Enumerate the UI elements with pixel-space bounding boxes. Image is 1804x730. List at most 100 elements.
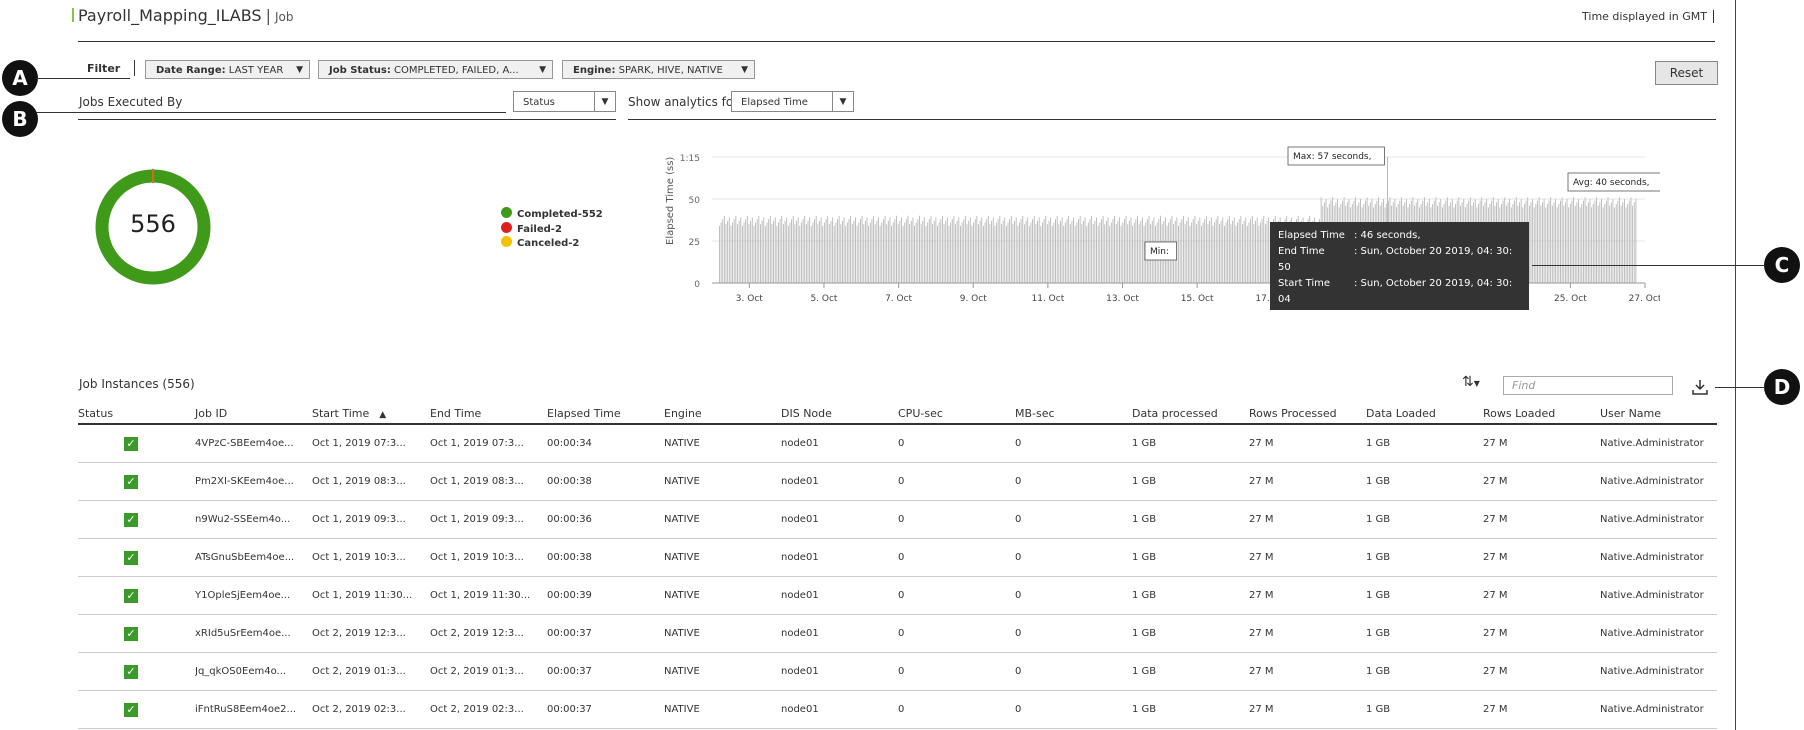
group-by-select[interactable]: Status ▼ [513,91,616,112]
table-row[interactable]: ✓ iFntRuS8Eem4oe2... Oct 2, 2019 02:3... Oc… [78,690,1717,729]
cell-value: 27 M [1249,666,1274,677]
column-header[interactable]: Data processed [1132,403,1249,425]
cell-value: 0 [898,552,905,563]
column-header[interactable]: Job ID [195,403,312,425]
completed-check-icon: ✓ [124,436,138,451]
table-cell: Oct 2, 2019 01:3... [430,652,547,691]
table-cell: iFntRuS8Eem4oe2... [195,690,312,729]
table-cell: 1 GB [1132,614,1249,653]
completed-check-icon: ✓ [124,512,138,527]
table-cell: 00:00:38 [547,538,664,577]
cell-value: Native.Administrator [1600,514,1704,525]
min-annotation: Min: [1150,247,1169,257]
column-header[interactable]: DIS Node [781,403,898,425]
table-row[interactable]: ✓ n9Wu2-SSEem4o... Oct 1, 2019 09:3... Oct … [78,500,1717,539]
sort-ascending-icon[interactable]: ▲ [379,410,386,420]
y-tick-label: 1:15 [680,154,700,164]
date-range-dropdown[interactable]: Date Range: LAST YEAR ▼ [145,60,310,79]
column-header-label: User Name [1600,406,1662,420]
table-cell: 27 M [1483,690,1600,729]
column-header-label: MB-sec [1015,406,1055,420]
table-cell: node01 [781,576,898,615]
tooltip-value: : ScSdEvIyEemb7Sl0vf4vZw [1354,310,1494,321]
page-title: Payroll_Mapping_ILABS | Job [78,6,293,25]
column-header[interactable]: Status [78,403,195,425]
table-cell: Oct 2, 2019 12:3... [430,614,547,653]
cell-value: node01 [781,628,819,639]
table-row[interactable]: ✓ ATsGnuSbEem4oe... Oct 1, 2019 10:3... Oct… [78,538,1717,577]
reset-button[interactable]: Reset [1655,61,1718,85]
cell-value: Oct 2, 2019 01:3... [312,666,406,677]
cell-value: 0 [898,704,905,715]
column-header[interactable]: Data Loaded [1366,403,1483,425]
table-cell: 0 [1015,538,1132,577]
chevron-down-icon: ▼ [832,92,853,111]
table-cell: Oct 1, 2019 10:3... [430,538,547,577]
cell-value: Oct 1, 2019 09:3... [430,514,524,525]
column-header[interactable]: Rows Processed [1249,403,1366,425]
table-cell: 0 [898,424,1015,463]
table-row[interactable]: ✓ 4VPzC-SBEem4oe... Oct 1, 2019 07:3... Oct… [78,424,1717,463]
cell-value: 1 GB [1366,514,1391,525]
callout-d-line [1715,387,1765,388]
sort-icon[interactable]: ⇅▼ [1462,374,1480,390]
table-row[interactable]: ✓ xRId5uSrEem4oe... Oct 2, 2019 12:3... Oct… [78,614,1717,653]
table-cell: Oct 1, 2019 07:3... [312,424,430,463]
table-cell: 27 M [1483,652,1600,691]
chart-tooltip: Elapsed Time: 46 seconds, End Time: Sun,… [1270,222,1529,321]
column-header[interactable]: User Name [1600,403,1717,425]
table-cell: xRId5uSrEem4oe... [195,614,312,653]
table-cell: 0 [898,652,1015,691]
find-input[interactable]: Find [1503,376,1673,395]
cell-value: 1 GB [1132,514,1157,525]
cell-value: 1 GB [1132,666,1157,677]
column-header[interactable]: Engine [664,403,781,425]
column-header-label: Data processed [1132,406,1218,420]
table-header: Status Job ID Start Time ▲ End Time Elapsed T… [78,403,1717,425]
cell-value: Oct 1, 2019 08:3... [312,476,406,487]
job-status-dropdown[interactable]: Job Status: COMPLETED, FAILED, A... ▼ [318,60,553,79]
table-cell: 1 GB [1132,576,1249,615]
cell-value: 00:00:37 [547,666,592,677]
table-cell: node01 [781,690,898,729]
table-cell: ATsGnuSbEem4oe... [195,538,312,577]
table-cell: node01 [781,500,898,539]
cell-value: Oct 1, 2019 11:30... [312,590,413,601]
cell-value: 27 M [1249,628,1274,639]
filter-label: Filter [87,62,121,75]
cell-value: 0 [1015,438,1022,449]
table-row[interactable]: ✓ Jq_qkOS0Eem4o... Oct 2, 2019 01:3... Oct … [78,652,1717,691]
table-cell: node01 [781,538,898,577]
cell-value: 00:00:39 [547,590,592,601]
column-header[interactable]: MB-sec [1015,403,1132,425]
cell-value: 27 M [1483,590,1508,601]
legend-canceled: Canceled-2 [501,236,579,249]
table-cell: Oct 2, 2019 02:3... [430,690,547,729]
cell-value: 27 M [1483,514,1508,525]
cell-value: Oct 1, 2019 11:30... [430,590,531,601]
legend-completed: Completed-552 [501,207,603,220]
table-cell: Native.Administrator [1600,500,1717,539]
cell-value: ATsGnuSbEem4oe... [195,552,295,563]
tooltip-key: End Time [1278,246,1325,257]
cell-value: NATIVE [664,476,700,487]
cell-value: Oct 1, 2019 10:3... [430,552,524,563]
table-cell: 27 M [1249,652,1366,691]
column-header[interactable]: CPU-sec [898,403,1015,425]
cell-value: Oct 2, 2019 01:3... [430,666,524,677]
cell-value: 0 [1015,552,1022,563]
tooltip-key: Start Time [1278,278,1331,289]
engine-dropdown[interactable]: Engine: SPARK, HIVE, NATIVE ▼ [562,60,755,79]
analytics-metric-select[interactable]: Elapsed Time ▼ [731,91,854,112]
column-header[interactable]: Start Time ▲ [312,403,430,425]
table-row[interactable]: ✓ Y1OpleSjEem4oe... Oct 1, 2019 11:30... Oc… [78,576,1717,615]
column-header[interactable]: Elapsed Time [547,403,664,425]
column-header[interactable]: End Time [430,403,547,425]
tooltip-value: : 46 seconds, [1354,230,1421,241]
cell-value: Native.Administrator [1600,666,1704,677]
download-icon[interactable] [1690,378,1710,396]
table-cell: Native.Administrator [1600,690,1717,729]
column-header[interactable]: Rows Loaded [1483,403,1600,425]
table-cell: 0 [1015,500,1132,539]
table-row[interactable]: ✓ Pm2XI-SKEem4oe... Oct 1, 2019 08:3... Oct… [78,462,1717,501]
